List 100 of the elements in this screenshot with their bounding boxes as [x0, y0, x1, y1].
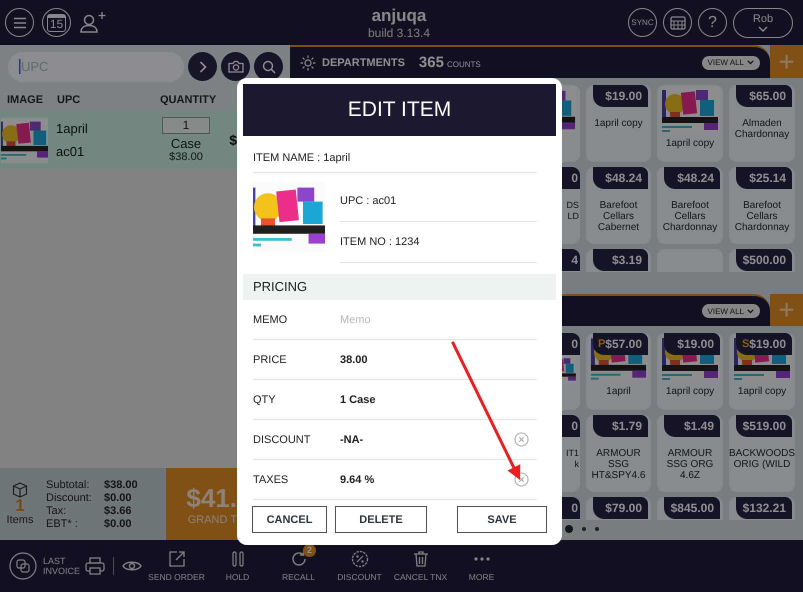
price-text: $79.00: [605, 501, 642, 515]
section-heading: PRICING: [243, 274, 556, 300]
item-number-text: ITEM NO : 1234: [340, 222, 537, 263]
product-tile[interactable]: $19.00 1april copy: [657, 333, 723, 410]
quantity-field[interactable]: 1: [162, 117, 210, 134]
product-name: ARMOUR SSG ORG 4.6Z: [666, 448, 714, 481]
price-text: $19.00: [605, 89, 642, 103]
total-label: Tax:: [46, 504, 68, 516]
product-tile[interactable]: $845.00: [657, 497, 723, 520]
product-name: Almaden Chardonnay: [734, 118, 790, 140]
last-invoice-button[interactable]: LAST INVOICE: [9, 552, 81, 580]
price-text: 0: [571, 419, 578, 433]
eye-icon: [122, 559, 142, 573]
build-version: build 3.13.4: [368, 26, 430, 40]
price-text: $48.24: [605, 171, 642, 185]
item-code: ac01: [56, 144, 86, 159]
product-tile[interactable]: 0 IT1 k: [562, 415, 580, 492]
price-text: $25.14: [749, 171, 786, 185]
product-tile[interactable]: 4: [562, 249, 580, 272]
product-name: Barefoot Cellars Cabernet: [596, 200, 640, 233]
toolbar-button[interactable]: SEND ORDER: [146, 544, 207, 582]
product-tile[interactable]: $19.00 1april copy: [586, 85, 651, 162]
calendar-button[interactable]: 15: [42, 8, 71, 37]
total-value: $3.66: [104, 504, 133, 516]
product-tile[interactable]: $25.14 Barefoot Cellars Chardonnay: [729, 167, 795, 244]
upc-text: UPC : ac01: [340, 181, 537, 222]
search-icon: [262, 60, 276, 74]
product-tile[interactable]: $79.00: [586, 497, 651, 520]
product-tile[interactable]: S$19.00 1april copy: [729, 333, 795, 410]
dialog-button[interactable]: CANCEL: [252, 506, 327, 533]
product-tile[interactable]: 0: [562, 497, 580, 520]
field-label: QTY: [253, 394, 277, 406]
go-button[interactable]: [188, 52, 217, 81]
item-name-text: ITEM NAME : 1april: [253, 136, 537, 173]
chevron-down-icon: [747, 60, 754, 65]
product-tile[interactable]: $1.49 ARMOUR SSG ORG 4.6Z: [657, 415, 723, 492]
view-all-button[interactable]: VIEW ALL: [702, 56, 760, 70]
price-text: 0: [571, 501, 578, 515]
camera-icon: [228, 60, 244, 73]
product-tile[interactable]: $48.24 Barefoot Cellars Chardonnay: [657, 167, 723, 244]
sync-button[interactable]: SYNC: [628, 8, 657, 37]
product-tile[interactable]: $500.00: [729, 249, 795, 272]
app-title: anjuqa: [372, 6, 426, 26]
product-tile[interactable]: $48.24 Barefoot Cellars Cabernet: [586, 167, 651, 244]
menu-button[interactable]: [5, 8, 34, 37]
share-icon: [168, 550, 186, 568]
clear-icon[interactable]: [514, 472, 529, 487]
product-tile[interactable]: 0: [562, 333, 580, 410]
page-dot[interactable]: [565, 525, 573, 533]
dialog-title: EDIT ITEM: [243, 84, 556, 136]
search-button[interactable]: [254, 52, 283, 81]
view-all-button[interactable]: VIEW ALL: [702, 304, 760, 318]
column-header: IMAGE: [7, 94, 44, 106]
total-label: EBT* :: [46, 518, 79, 530]
product-tile[interactable]: [562, 85, 580, 162]
price-text: $1.49: [684, 419, 714, 433]
page-dot[interactable]: [582, 527, 586, 531]
field-value: 1 Case: [340, 394, 376, 406]
product-name: 1april copy: [666, 386, 714, 397]
section-count: 365: [418, 54, 444, 71]
chevron-down-icon: [758, 26, 768, 32]
product-tile[interactable]: $3.19: [586, 249, 651, 272]
product-tile[interactable]: $1.79 ARMOUR SSG HT&SPY4.6: [586, 415, 651, 492]
grand-total-amount: $41.: [186, 482, 237, 514]
product-tile[interactable]: 0 DS LD: [562, 167, 580, 244]
toolbar-button[interactable]: CANCEL TNX: [390, 544, 451, 582]
field-label: TAXES: [253, 474, 290, 486]
dialog-button[interactable]: DELETE: [335, 506, 427, 533]
quantity-unit: Case: [170, 136, 202, 151]
price-text: 0: [571, 337, 578, 351]
field-value: 9.64 %: [340, 474, 374, 486]
total-label: Subtotal:: [46, 478, 90, 490]
toolbar-button[interactable]: MORE: [451, 544, 512, 582]
page-dot[interactable]: [595, 527, 599, 531]
price-text: $: [229, 132, 237, 148]
field-value: -NA-: [340, 434, 364, 446]
product-name: 1april copy: [594, 118, 643, 129]
product-name: 1april copy: [666, 138, 714, 149]
camera-button[interactable]: [221, 52, 250, 81]
price-text: $65.00: [749, 89, 786, 103]
product-tile[interactable]: 1april copy: [657, 85, 723, 162]
dialog-button[interactable]: SAVE: [457, 506, 547, 533]
total-label: Discount:: [46, 492, 93, 504]
total-value: $0.00: [104, 492, 133, 504]
toolbar-button[interactable]: HOLD: [207, 544, 268, 582]
item-count: 1: [15, 498, 25, 514]
product-tile[interactable]: $65.00 Almaden Chardonnay: [729, 85, 795, 162]
price-text: $19.00: [677, 337, 714, 351]
keypad-button[interactable]: [663, 8, 692, 37]
badge-letter: P: [598, 338, 606, 350]
help-button[interactable]: ?: [698, 8, 727, 37]
product-tile[interactable]: $519.00 BACKWOODS ORIG (WILD: [729, 415, 795, 492]
order-row[interactable]: 1april ac01 1 Case $38.00 $: [0, 111, 237, 169]
chevron-right-icon: [198, 60, 206, 72]
product-tile[interactable]: $132.21: [729, 497, 795, 520]
items-label: Items: [6, 514, 34, 526]
toolbar-button[interactable]: DISCOUNT: [329, 544, 390, 582]
product-tile[interactable]: P$57.00 1april: [586, 333, 651, 410]
user-button[interactable]: Rob: [733, 8, 793, 38]
percent-badge-icon: [350, 550, 368, 568]
